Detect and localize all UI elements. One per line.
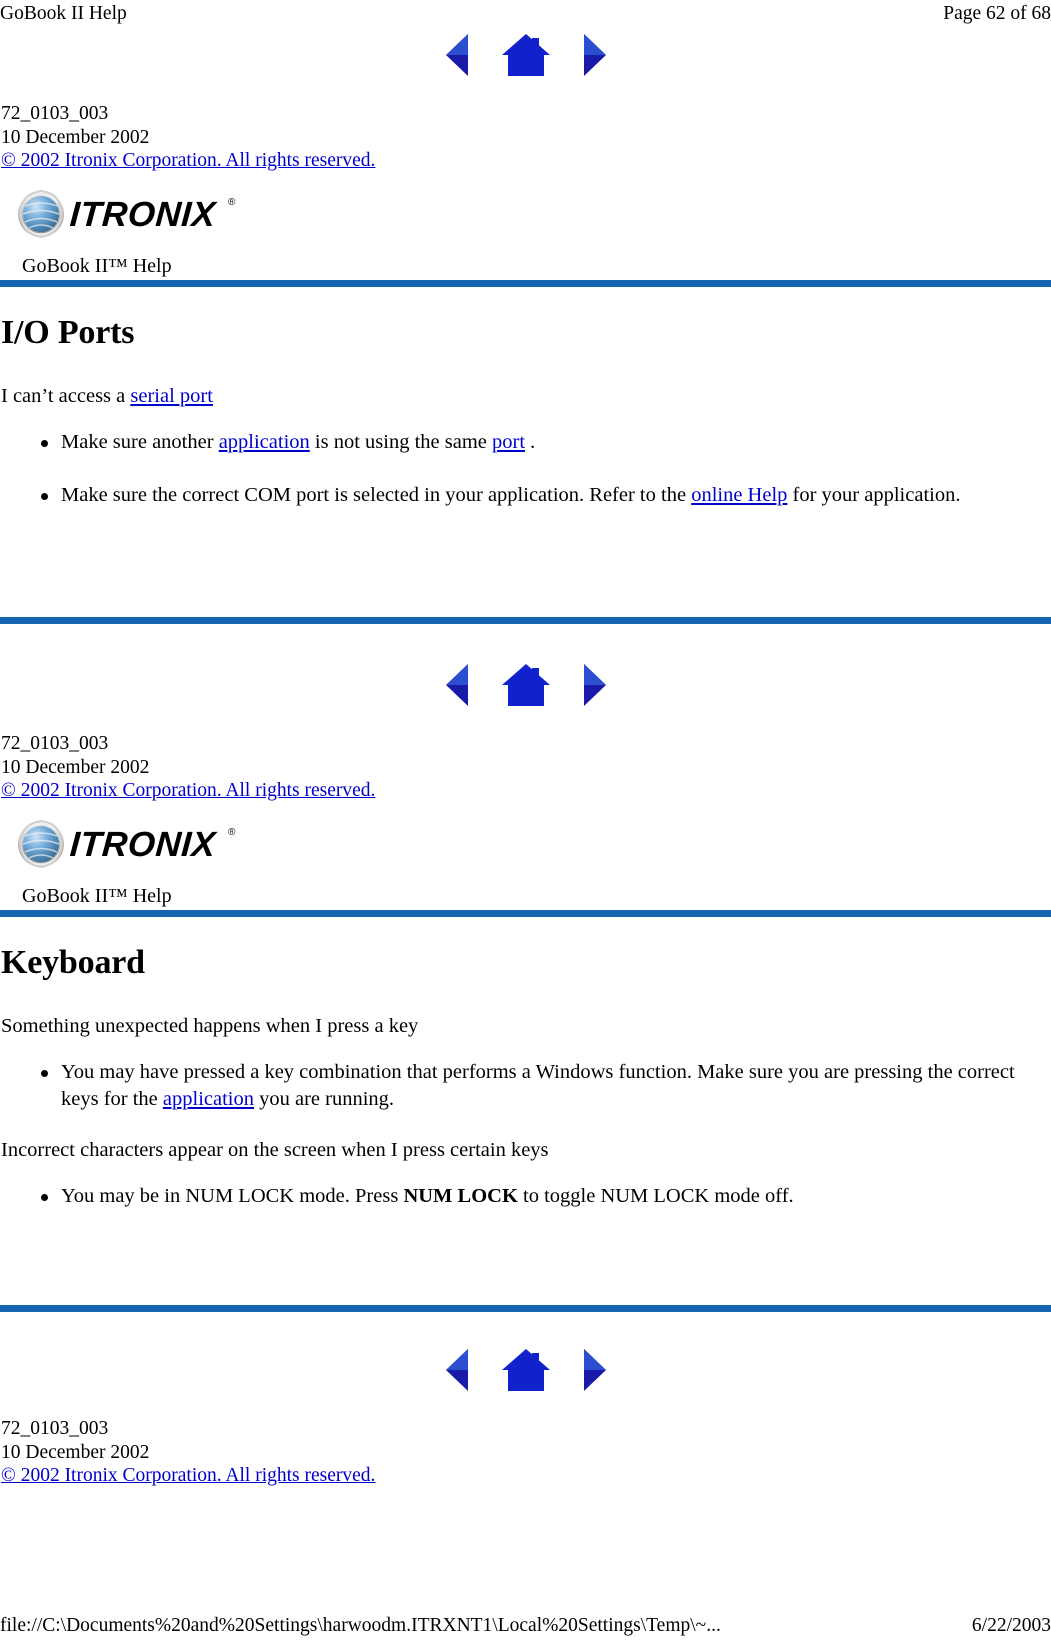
nav-spacer-4 xyxy=(558,688,572,689)
port-link[interactable]: port xyxy=(492,431,525,453)
back-arrow-icon[interactable] xyxy=(442,1345,476,1395)
itronix-wordmark: ITRONIX xyxy=(69,195,219,234)
doc-meta-3: 72_0103_003 10 December 2002 © 2002 Itro… xyxy=(0,1417,1051,1488)
nav-spacer-2 xyxy=(558,58,572,59)
application-link-2[interactable]: application xyxy=(163,1088,254,1110)
print-header-right: Page 62 of 68 xyxy=(943,3,1051,24)
globe-glyph xyxy=(18,819,64,868)
doc-date: 10 December 2002 xyxy=(1,756,150,778)
serial-port-link[interactable]: serial port xyxy=(130,385,213,407)
keyboard-lead-b: Incorrect characters appear on the scree… xyxy=(1,1138,549,1161)
print-footer-path: file://C:\Documents%20and%20Settings\har… xyxy=(0,1615,721,1636)
globe-glyph xyxy=(18,189,64,238)
list-item: Make sure another application is not usi… xyxy=(39,429,1047,456)
svg-text:ITRONIX: ITRONIX xyxy=(69,825,219,864)
list-item: You may have pressed a key combination t… xyxy=(39,1059,1047,1113)
list-item: Make sure the correct COM port is select… xyxy=(39,482,1047,509)
num-lock-key-label: NUM LOCK xyxy=(403,1184,518,1207)
back-arrow-icon[interactable] xyxy=(442,30,476,80)
home-icon[interactable] xyxy=(498,30,554,80)
print-header: GoBook II Help Page 62 of 68 xyxy=(0,2,1051,28)
nav-spacer-6 xyxy=(558,1373,572,1374)
section-separator-2 xyxy=(0,1305,1051,1312)
registered-mark: ® xyxy=(228,827,236,838)
home-icon[interactable] xyxy=(498,660,554,710)
nav-spacer-3 xyxy=(480,688,494,689)
io-b2-t1: Make sure the correct COM port is select… xyxy=(61,483,692,506)
io-tips-list: Make sure another application is not usi… xyxy=(1,429,1047,509)
doc-date: 10 December 2002 xyxy=(1,126,150,148)
nav-spacer-5 xyxy=(480,1373,494,1374)
forward-arrow-icon[interactable] xyxy=(576,30,610,80)
document-page: GoBook II Help Page 62 of 68 72_0103_003… xyxy=(0,0,1051,1642)
application-link-1[interactable]: application xyxy=(219,431,310,453)
keyboard-tips-list-a: You may have pressed a key combination t… xyxy=(1,1059,1047,1113)
itronix-logo: ITRONIX ® xyxy=(16,817,238,871)
kb-b1-t2: to toggle NUM LOCK mode off. xyxy=(517,1184,794,1207)
io-b2-t2: for your application. xyxy=(787,483,961,506)
kb-b1-t1: You may be in NUM LOCK mode. Press xyxy=(61,1184,404,1207)
doc-number: 72_0103_003 xyxy=(1,733,109,754)
keyboard-lead-a: Something unexpected happens when I pres… xyxy=(1,1014,419,1037)
online-help-link[interactable]: online Help xyxy=(691,484,787,506)
title-divider-1 xyxy=(0,279,1051,287)
back-arrow-icon[interactable] xyxy=(442,660,476,710)
nav-strip-top xyxy=(0,30,1051,80)
io-b1-t1: Make sure another xyxy=(61,430,219,453)
section-heading-io-ports: I/O Ports xyxy=(1,313,135,351)
io-b1-t2: is not using the same xyxy=(309,430,492,453)
doc-number: 72_0103_003 xyxy=(1,103,109,124)
help-title-1: GoBook II™ Help xyxy=(22,254,172,277)
nav-strip-middle xyxy=(0,660,1051,710)
doc-meta-1: 72_0103_003 10 December 2002 © 2002 Itro… xyxy=(0,102,1051,173)
section-heading-keyboard: Keyboard xyxy=(1,943,145,981)
doc-date: 10 December 2002 xyxy=(1,1441,150,1463)
io-b1-t3: . xyxy=(525,430,536,453)
itronix-wordmark: ITRONIX xyxy=(69,825,219,864)
print-header-left: GoBook II Help xyxy=(0,3,127,24)
print-footer: file://C:\Documents%20and%20Settings\har… xyxy=(0,1614,1051,1638)
section-separator-1 xyxy=(0,617,1051,624)
doc-number: 72_0103_003 xyxy=(1,1418,109,1439)
keyboard-tips-list-b: You may be in NUM LOCK mode. Press NUM L… xyxy=(1,1183,1047,1210)
print-footer-date: 6/22/2003 xyxy=(971,1615,1051,1636)
itronix-logo-row: ITRONIX ® xyxy=(0,173,1051,246)
section-io-ports: I/O Ports I can’t access a serial port M… xyxy=(0,313,1051,509)
kb-a1-t2: you are running. xyxy=(254,1087,395,1110)
doc-meta-2: 72_0103_003 10 December 2002 © 2002 Itro… xyxy=(0,732,1051,803)
title-divider-2 xyxy=(0,909,1051,917)
copyright-link[interactable]: © 2002 Itronix Corporation. All rights r… xyxy=(1,150,375,171)
home-icon[interactable] xyxy=(498,1345,554,1395)
registered-mark: ® xyxy=(228,197,236,208)
itronix-logo: ITRONIX ® xyxy=(16,187,238,241)
section-keyboard: Keyboard Something unexpected happens wh… xyxy=(0,943,1051,1210)
io-lead-paragraph: I can’t access a serial port xyxy=(1,383,1047,409)
help-title-2: GoBook II™ Help xyxy=(22,884,172,907)
svg-text:ITRONIX: ITRONIX xyxy=(69,195,219,234)
copyright-link[interactable]: © 2002 Itronix Corporation. All rights r… xyxy=(1,780,375,801)
nav-spacer-1 xyxy=(480,58,494,59)
list-item: You may be in NUM LOCK mode. Press NUM L… xyxy=(39,1183,1047,1210)
nav-strip-bottom xyxy=(0,1345,1051,1395)
itronix-logo-icon: ITRONIX ® xyxy=(18,819,236,868)
forward-arrow-icon[interactable] xyxy=(576,660,610,710)
io-lead-text: I can’t access a xyxy=(1,384,131,407)
forward-arrow-icon[interactable] xyxy=(576,1345,610,1395)
itronix-logo-icon: ITRONIX ® xyxy=(18,189,236,238)
itronix-logo-row-2: ITRONIX ® xyxy=(0,803,1051,876)
copyright-link[interactable]: © 2002 Itronix Corporation. All rights r… xyxy=(1,1465,375,1486)
